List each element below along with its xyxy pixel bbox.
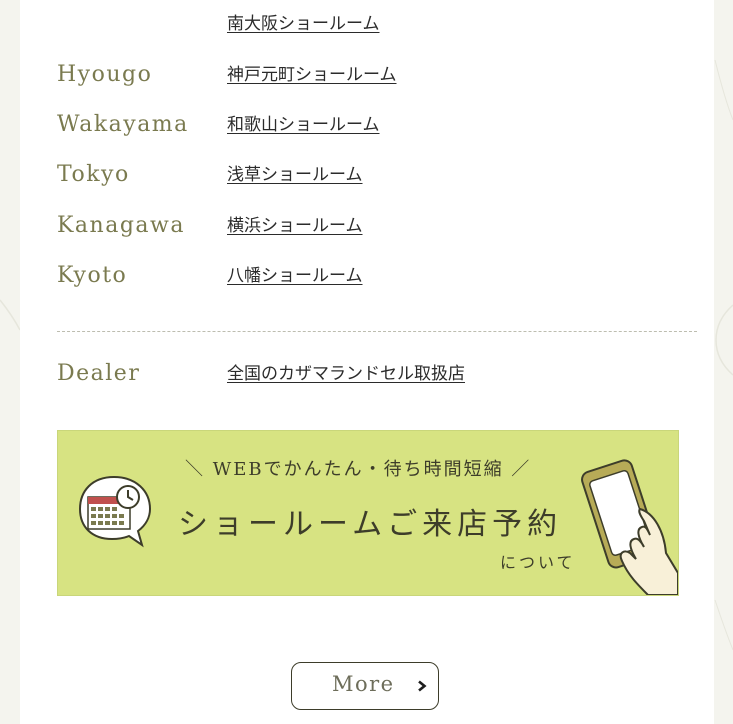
dealer-row: Dealer 全国のカザマランドセル取扱店: [57, 359, 697, 389]
showroom-link-wakayama[interactable]: 和歌山ショールーム: [227, 110, 380, 140]
banner-title: ショールームご来店予約: [178, 507, 563, 542]
region-label-hyougo: Hyougo: [57, 62, 153, 87]
showroom-link-yawata[interactable]: 八幡ショールーム: [227, 261, 363, 291]
more-button-label: More: [332, 672, 395, 696]
showroom-reservation-banner[interactable]: ＼ WEBでかんたん・待ち時間短縮 ／ ショールームご来店予約 について: [57, 430, 679, 596]
showroom-row-kyoto: Kyoto 八幡ショールーム: [57, 261, 697, 291]
showroom-row-minami-osaka: 南大阪ショールーム: [57, 9, 697, 39]
region-label-tokyo: Tokyo: [57, 162, 130, 187]
showroom-link-kobe-motomachi[interactable]: 神戸元町ショールーム: [227, 60, 397, 90]
showroom-link-yokohama[interactable]: 横浜ショールーム: [227, 211, 363, 241]
region-label-dealer: Dealer: [57, 361, 141, 386]
banner-subtitle: ＼ WEBでかんたん・待ち時間短縮 ／: [185, 459, 532, 480]
showroom-row-wakayama: Wakayama 和歌山ショールーム: [57, 110, 697, 140]
showroom-row-kanagawa: Kanagawa 横浜ショールーム: [57, 211, 697, 241]
more-button[interactable]: More: [291, 662, 439, 710]
chevron-right-icon: [418, 680, 427, 692]
section-divider: [57, 331, 697, 332]
region-label-kanagawa: Kanagawa: [57, 213, 185, 238]
calendar-clock-icon: [78, 475, 152, 548]
showroom-link-asakusa[interactable]: 浅草ショールーム: [227, 160, 363, 190]
content-card: 南大阪ショールーム Hyougo 神戸元町ショールーム Wakayama 和歌山…: [20, 0, 714, 724]
showroom-row-hyougo: Hyougo 神戸元町ショールーム: [57, 60, 697, 90]
region-label-wakayama: Wakayama: [57, 112, 189, 137]
banner-note: について: [500, 553, 576, 572]
dealer-link[interactable]: 全国のカザマランドセル取扱店: [227, 359, 465, 389]
showroom-row-tokyo: Tokyo 浅草ショールーム: [57, 160, 697, 190]
smartphone-hand-icon: [581, 459, 678, 595]
region-label-kyoto: Kyoto: [57, 263, 128, 288]
showroom-link-minami-osaka[interactable]: 南大阪ショールーム: [227, 9, 380, 39]
